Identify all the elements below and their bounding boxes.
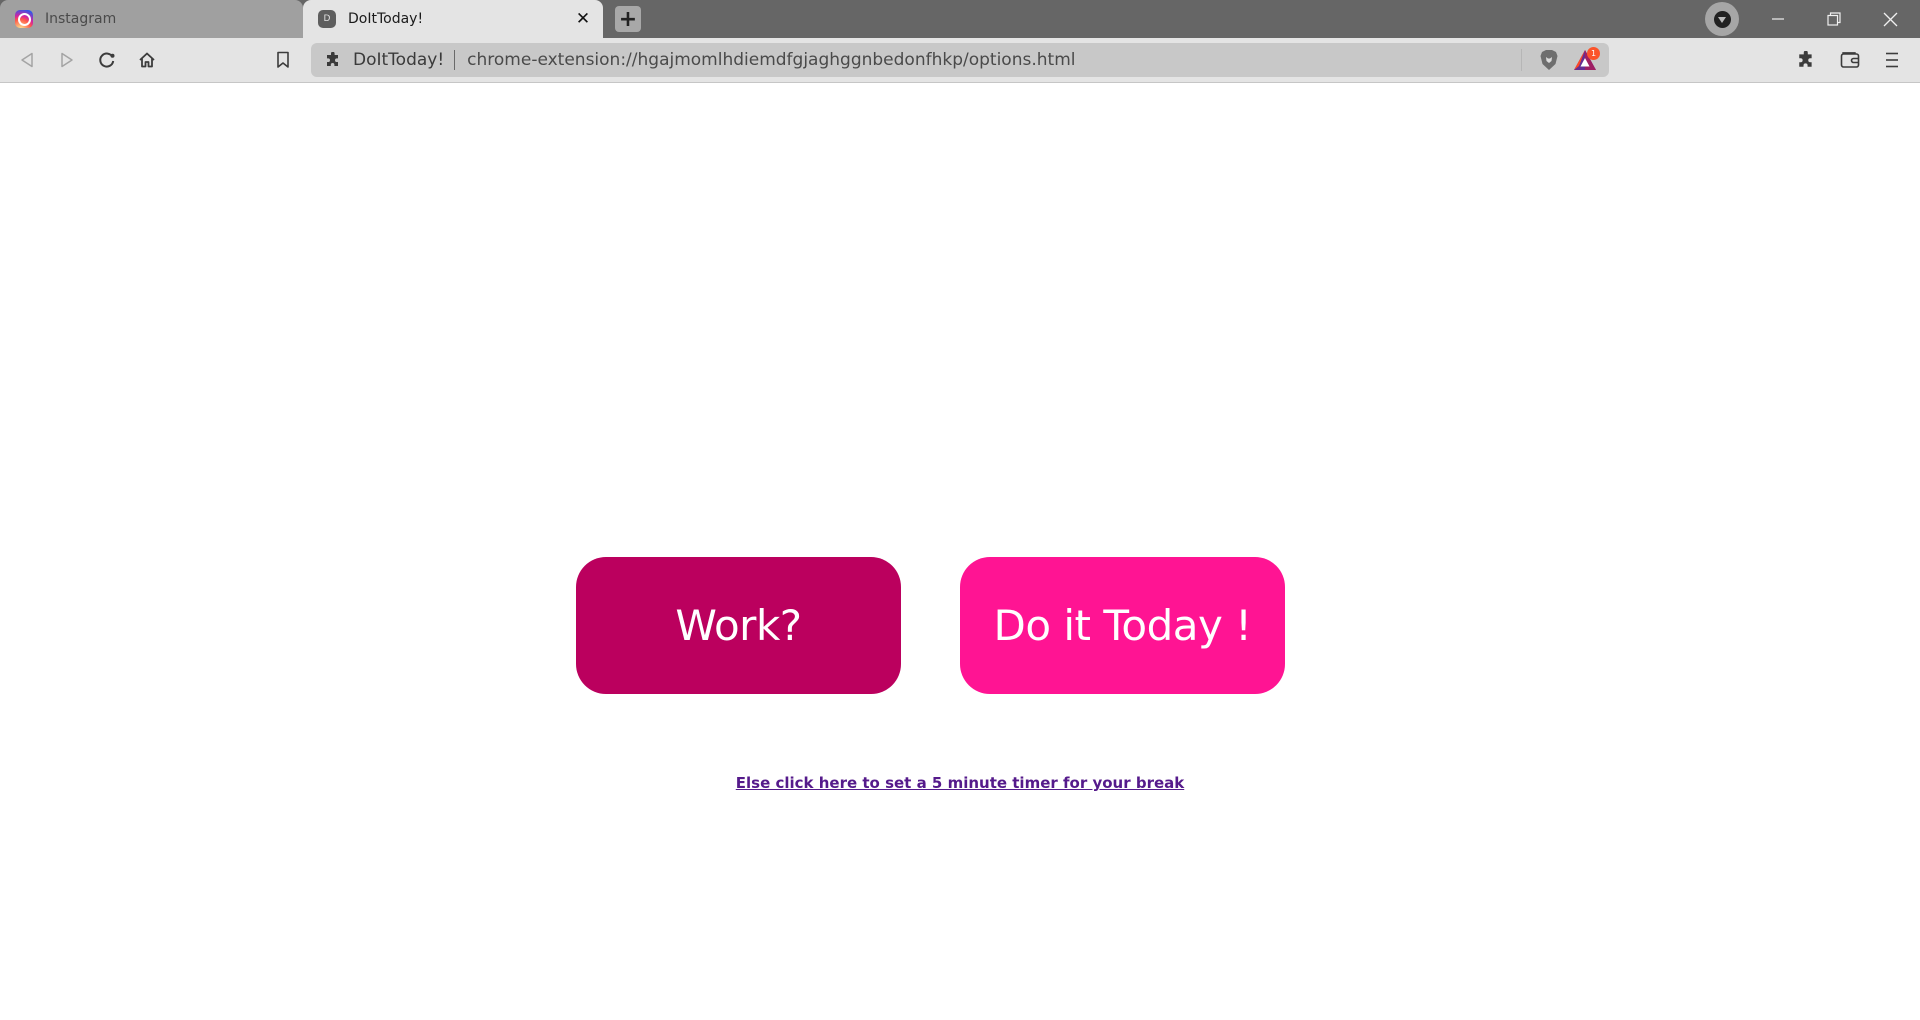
instagram-icon [15,10,33,28]
brave-shields-icon [1540,50,1558,70]
home-icon [139,52,155,68]
extension-puzzle-icon [325,52,341,68]
tab-title: DoItToday! [348,11,424,27]
close-tab-button[interactable]: ✕ [571,7,595,31]
break-timer-link[interactable]: Else click here to set a 5 minute timer … [736,774,1184,792]
address-bar[interactable]: DoItToday! chrome-extension://hgajmomlhd… [311,43,1609,77]
brave-shields-button[interactable] [1537,48,1561,72]
close-window-button[interactable] [1862,0,1918,38]
reload-button[interactable] [89,38,125,82]
forward-icon [61,52,73,68]
new-tab-button[interactable]: + [615,6,641,32]
bookmark-button[interactable] [265,38,301,82]
brave-rewards-button[interactable]: 1 [1573,47,1603,73]
site-label: DoItToday! [353,50,445,70]
restore-button[interactable] [1806,0,1862,38]
omnibox-divider [1521,49,1522,71]
close-icon [1883,12,1897,26]
omnibox-separator [454,50,456,70]
back-button[interactable] [9,38,45,82]
doittoday-favicon-icon: D [318,10,336,28]
work-button[interactable]: Work? [576,557,901,694]
home-button[interactable] [129,38,165,82]
media-icon [1713,10,1731,28]
menu-button[interactable] [1874,38,1910,82]
wallet-button[interactable] [1832,38,1868,82]
extensions-icon [1799,51,1812,67]
tab-doittoday[interactable]: D DoItToday! ✕ [303,0,603,38]
tab-strip: Instagram D DoItToday! ✕ + [0,0,1920,38]
menu-icon [1886,52,1898,68]
browser-toolbar: DoItToday! chrome-extension://hgajmomlhd… [0,38,1920,83]
minimize-icon [1772,18,1784,20]
back-icon [21,52,33,68]
wallet-icon [1840,52,1860,68]
url-text[interactable]: chrome-extension://hgajmomlhdiemdfgjaghg… [467,50,1609,70]
minimize-button[interactable] [1750,0,1806,38]
media-control-button[interactable] [1705,2,1739,36]
rewards-badge: 1 [1587,47,1600,60]
reload-icon [99,52,115,68]
break-link-container: Else click here to set a 5 minute timer … [0,774,1920,792]
do-it-today-button[interactable]: Do it Today ! [960,557,1285,694]
extensions-button[interactable] [1788,38,1824,82]
bookmark-icon [277,51,289,68]
tab-instagram[interactable]: Instagram [0,0,303,38]
restore-icon [1827,12,1841,26]
page-content: Work? Do it Today ! Else click here to s… [0,84,1920,1020]
forward-button[interactable] [49,38,85,82]
tab-title: Instagram [45,11,117,27]
